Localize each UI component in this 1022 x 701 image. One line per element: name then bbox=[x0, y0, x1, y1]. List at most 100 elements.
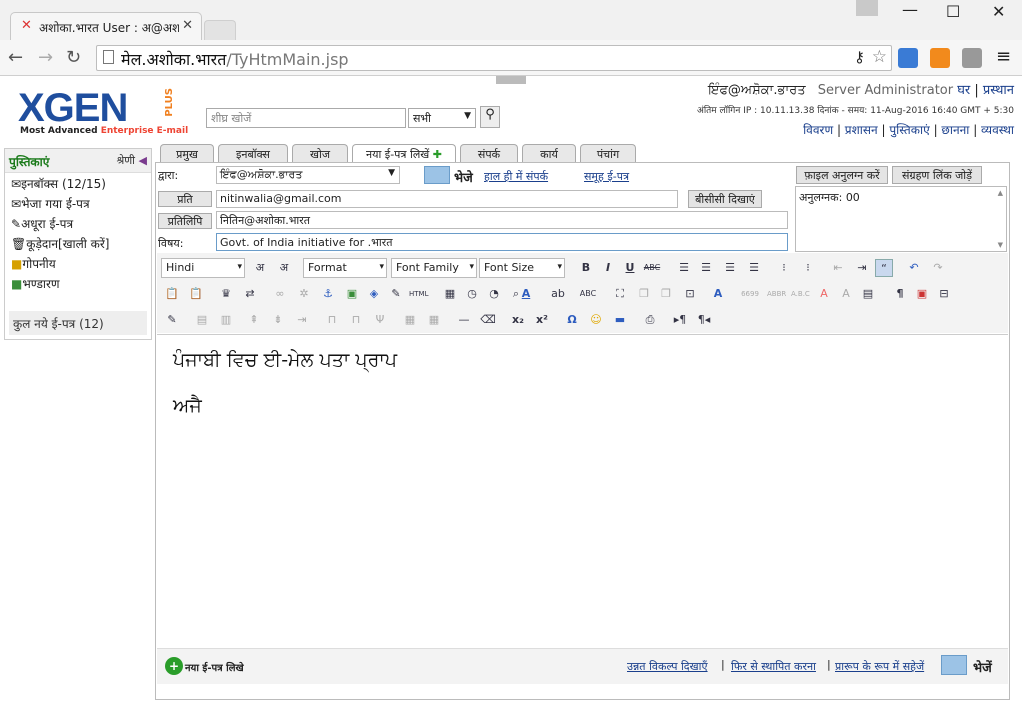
category-label[interactable]: श्रेणी bbox=[116, 154, 135, 167]
save-draft-link[interactable]: प्रारूप के रूप में सहेजें bbox=[835, 659, 924, 674]
group-mail-link[interactable]: समूह ई-पत्र bbox=[584, 169, 629, 184]
font-size-select[interactable]: Font Size bbox=[479, 258, 565, 278]
folders-link[interactable]: पुस्तिकाएं bbox=[889, 123, 929, 137]
tab-contacts[interactable]: संपर्क bbox=[460, 144, 518, 162]
filter-link[interactable]: छानना bbox=[941, 123, 969, 137]
collapse-arrow-icon[interactable]: ◀ bbox=[139, 154, 147, 167]
outdent-icon[interactable]: ⇤ bbox=[829, 259, 847, 277]
drag-handle[interactable] bbox=[496, 76, 526, 84]
insert-date-icon[interactable]: ▦ bbox=[441, 285, 459, 303]
row-after-icon[interactable]: ⇟ bbox=[269, 311, 287, 329]
message-editor[interactable]: ਪੰਜਾਬੀ ਵਿਚ ਈ-ਮੇਲ ਪਤਾ ਪ੍ਰਾਪ ਅਜੈ bbox=[157, 334, 1008, 646]
scroll-down-icon[interactable]: ▼ bbox=[998, 241, 1003, 249]
attributes-icon[interactable]: ▤ bbox=[859, 285, 877, 303]
sidebar-item-private[interactable]: ■गोपनीय bbox=[5, 253, 151, 273]
sidebar-item-sent[interactable]: ✉भेजा गया ई-पत्र bbox=[5, 193, 151, 213]
sidebar-item-storage[interactable]: ■भण्डारण bbox=[5, 273, 151, 293]
split-cells-icon[interactable]: ▦ bbox=[425, 311, 443, 329]
font-family-select[interactable]: Font Family bbox=[391, 258, 477, 278]
new-mail-icon[interactable]: + bbox=[165, 657, 183, 675]
advanced-options-link[interactable]: उन्नत विकल्प दिखाएँ bbox=[627, 659, 708, 674]
image-icon[interactable]: ▣ bbox=[343, 285, 361, 303]
move-icon[interactable]: ⊡ bbox=[681, 285, 699, 303]
profile-icon[interactable] bbox=[856, 0, 878, 16]
bookmark-star-icon[interactable]: ☆ bbox=[872, 47, 887, 67]
settings-link[interactable]: व्यवस्था bbox=[981, 123, 1014, 137]
superscript-icon[interactable]: x² bbox=[533, 311, 551, 329]
col-after-icon[interactable]: ⊓ bbox=[347, 311, 365, 329]
fullscreen-icon[interactable]: ⛶ bbox=[611, 285, 629, 303]
redo-icon[interactable]: ↷ bbox=[929, 259, 947, 277]
align-right-icon[interactable]: ☰ bbox=[721, 259, 739, 277]
insertion-icon[interactable]: A bbox=[837, 285, 855, 303]
format-select[interactable]: Format bbox=[303, 258, 387, 278]
extension-chart-icon[interactable] bbox=[898, 48, 918, 68]
show-bcc-button[interactable]: बीसीसी दिखाएं bbox=[688, 190, 762, 208]
eraser-icon[interactable]: ⌫ bbox=[479, 311, 497, 329]
table-row-icon[interactable]: ▤ bbox=[193, 311, 211, 329]
forward-icon[interactable]: → bbox=[38, 47, 53, 68]
search-scope-select[interactable]: सभी ▼ bbox=[408, 108, 476, 128]
merge-cells-icon[interactable]: ▦ bbox=[401, 311, 419, 329]
spellcheck-icon[interactable]: ABC bbox=[579, 285, 597, 303]
italic-icon[interactable]: I bbox=[599, 259, 617, 277]
close-tab-icon[interactable]: ✕ bbox=[182, 18, 193, 33]
bold-icon[interactable]: B bbox=[577, 259, 595, 277]
sidebar-item-drafts[interactable]: ✎अधूरा ई-पत्र bbox=[5, 213, 151, 233]
new-tab-button[interactable] bbox=[204, 20, 236, 40]
cleanup-icon[interactable]: ✎ bbox=[387, 285, 405, 303]
delete-row-icon[interactable]: ⇥ bbox=[293, 311, 311, 329]
anchor-icon[interactable]: ⚓ bbox=[319, 285, 337, 303]
attachments-box[interactable]: अनुलग्नक: 00 ▲ ▼ bbox=[795, 186, 1007, 252]
emoticon-icon[interactable]: ☺ bbox=[587, 311, 605, 329]
sidebar-item-inbox[interactable]: ✉इनबॉक्स (12/15) bbox=[5, 173, 151, 193]
quick-search-input[interactable]: शीघ्र खोजें bbox=[206, 108, 406, 128]
menu-icon[interactable]: ≡ bbox=[996, 46, 1011, 67]
highlight-color-icon[interactable]: ab bbox=[549, 285, 567, 303]
page-break-icon[interactable]: ⊟ bbox=[935, 285, 953, 303]
recent-contacts-link[interactable]: हाल ही में संपर्क bbox=[484, 169, 548, 184]
maximize-icon[interactable]: ☐ bbox=[946, 2, 960, 21]
attach-file-button[interactable]: फ़ाइल अनुलग्न करें bbox=[796, 166, 888, 184]
ltr-icon[interactable]: ▸¶ bbox=[671, 311, 689, 329]
horizontal-rule-icon[interactable]: — bbox=[455, 311, 473, 329]
scroll-up-icon[interactable]: ▲ bbox=[998, 189, 1003, 197]
to-field[interactable]: nitinwalia@gmail.com bbox=[216, 190, 678, 208]
tab-tasks[interactable]: कार्य bbox=[522, 144, 576, 162]
html-icon[interactable]: HTML bbox=[409, 285, 428, 303]
to-button[interactable]: प्रति bbox=[158, 191, 212, 207]
indent-icon[interactable]: ⇥ bbox=[853, 259, 871, 277]
send-button-bottom[interactable]: भेजें bbox=[973, 658, 992, 676]
align-left-icon[interactable]: ☰ bbox=[675, 259, 693, 277]
blockquote-icon[interactable]: “ bbox=[875, 259, 893, 277]
search-icon[interactable]: ⚲ bbox=[480, 106, 500, 128]
replace-icon[interactable]: ⇄ bbox=[241, 285, 259, 303]
media-icon[interactable]: ◈ bbox=[365, 285, 383, 303]
subject-field[interactable]: Govt. of India initiative for .भारत bbox=[216, 233, 788, 251]
font-larger-icon[interactable]: अ bbox=[275, 259, 293, 277]
pilcrow-icon[interactable]: ¶ bbox=[891, 285, 909, 303]
unlink-icon[interactable]: ✲ bbox=[295, 285, 313, 303]
send-mail-icon[interactable] bbox=[424, 166, 450, 184]
home-link[interactable]: घर bbox=[957, 83, 970, 98]
tab-compose[interactable]: नया ई-पत्र लिखें ✚ bbox=[352, 144, 456, 163]
cut-icon[interactable]: ❐ bbox=[657, 285, 675, 303]
delete-col-icon[interactable]: Ψ bbox=[371, 311, 389, 329]
font-smaller-icon[interactable]: अ bbox=[251, 259, 269, 277]
details-link[interactable]: विवरण bbox=[803, 123, 833, 137]
logout-link[interactable]: प्रस्थान bbox=[983, 83, 1014, 98]
acronym-icon[interactable]: A.B.C bbox=[791, 285, 810, 303]
cc-button[interactable]: प्रतिलिपि bbox=[158, 213, 212, 229]
from-select[interactable]: ਇੰਫ@ਅਸ਼ੋਕਾ.ਭਾਰਤ ▼ bbox=[216, 166, 400, 184]
style-icon[interactable]: A bbox=[709, 285, 727, 303]
paste-icon[interactable]: 📋 bbox=[163, 285, 181, 303]
key-icon[interactable]: ⚷ bbox=[854, 48, 865, 66]
tab-calendar[interactable]: पंचांग bbox=[580, 144, 636, 162]
close-window-icon[interactable]: ✕ bbox=[992, 2, 1005, 21]
insert-time-icon[interactable]: ◷ bbox=[463, 285, 481, 303]
justify-icon[interactable]: ☰ bbox=[745, 259, 763, 277]
copy-icon[interactable]: ❐ bbox=[635, 285, 653, 303]
add-archive-link-button[interactable]: संग्रहण लिंक जोड़ें bbox=[892, 166, 982, 184]
admin-link[interactable]: प्रशासन bbox=[845, 123, 878, 137]
table-cell-icon[interactable]: ▥ bbox=[217, 311, 235, 329]
